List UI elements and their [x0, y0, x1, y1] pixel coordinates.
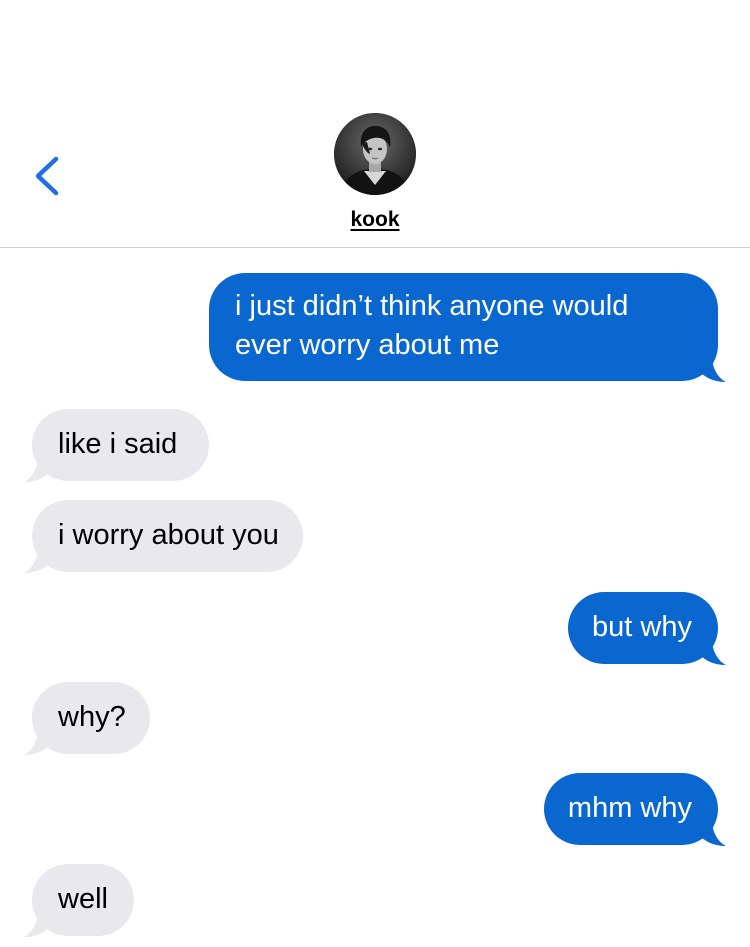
message-bubble-incoming[interactable]: well — [24, 864, 134, 937]
message-bubble-outgoing[interactable]: mhm why — [543, 773, 726, 846]
message-thread[interactable]: i just didn’t think anyone would ever wo… — [0, 248, 750, 947]
bubble-tail — [700, 639, 726, 665]
chevron-left-icon — [35, 156, 59, 196]
message-bubble-incoming[interactable]: like i said — [24, 409, 210, 482]
message-bubble-incoming[interactable]: i worry about you — [24, 500, 303, 573]
conversation-header: kook — [0, 0, 750, 248]
message-text: like i said — [58, 428, 178, 460]
message-bubble-outgoing[interactable]: i just didn’t think anyone would ever wo… — [209, 273, 726, 382]
message-text: but why — [592, 611, 692, 643]
message-text: i worry about you — [58, 519, 279, 551]
contact-name[interactable]: kook — [0, 208, 750, 232]
bubble-tail — [24, 911, 50, 937]
message-text: mhm why — [567, 792, 692, 824]
message-bubble-incoming[interactable]: why? — [24, 682, 150, 755]
contact-photo — [334, 113, 416, 195]
message-bubble-outgoing[interactable]: but why — [568, 592, 726, 665]
avatar[interactable] — [334, 113, 416, 195]
message-text: why? — [58, 701, 126, 733]
bubble-tail — [24, 547, 50, 573]
message-text: i just didn’t think anyone would ever wo… — [235, 290, 629, 361]
bubble-tail — [24, 729, 50, 755]
back-button[interactable] — [28, 150, 68, 200]
bubble-tail — [700, 356, 726, 382]
bubble-tail — [24, 456, 50, 482]
message-text: well — [58, 883, 108, 915]
bubble-tail — [700, 820, 726, 846]
